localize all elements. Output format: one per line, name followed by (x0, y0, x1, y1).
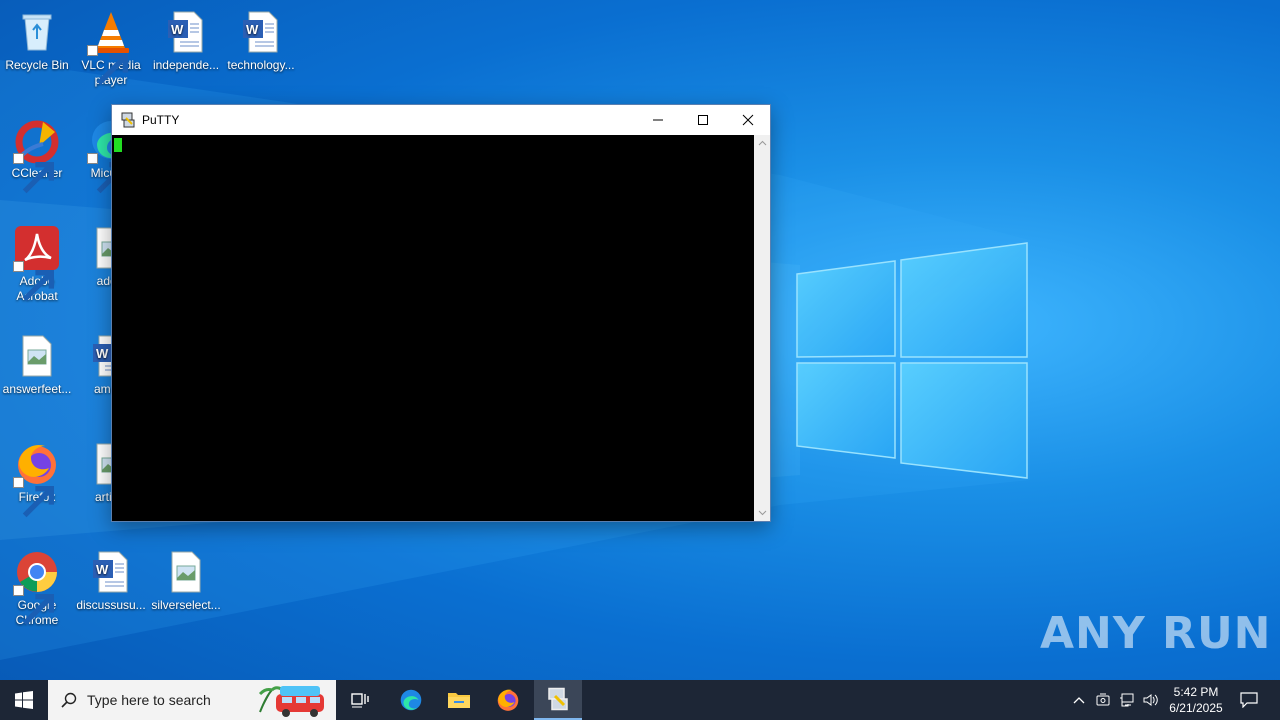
taskbar-search-box[interactable]: Type here to search (48, 680, 336, 720)
search-highlight-icon (258, 686, 324, 717)
desktop-icon-recycle-bin[interactable]: Recycle Bin (0, 8, 74, 73)
word-document-icon: W (87, 548, 135, 596)
notification-icon (1240, 692, 1258, 708)
edge-icon (400, 689, 422, 711)
shortcut-arrow-icon (13, 153, 54, 194)
terminal-area[interactable] (112, 135, 754, 521)
image-file-icon (162, 548, 210, 596)
desktop-icon-firefox[interactable]: Firefox (0, 440, 74, 518)
recycle-bin-icon (13, 8, 61, 56)
taskbar-putty[interactable] (534, 680, 582, 720)
network-icon (1120, 693, 1134, 707)
word-document-icon: W (237, 8, 285, 56)
shortcut-arrow-icon (87, 153, 128, 194)
taskbar-clock[interactable]: 5:42 PM 6/21/2025 (1162, 684, 1230, 716)
start-button[interactable] (0, 680, 48, 720)
minimize-button[interactable] (635, 105, 681, 135)
clock-time: 5:42 PM (1173, 685, 1219, 699)
desktop-icon-ccleaner[interactable]: CCleaner (0, 116, 74, 194)
search-icon (61, 692, 77, 708)
desktop-icon-vlc[interactable]: VLC media player (74, 8, 148, 88)
scroll-up-button[interactable] (754, 135, 770, 151)
desktop-icon-google-chrome[interactable]: Google Chrome (0, 548, 74, 628)
svg-text:W: W (96, 562, 109, 577)
word-document-icon: W (162, 8, 210, 56)
putty-titlebar[interactable]: PuTTY (112, 105, 770, 135)
shortcut-arrow-icon (13, 261, 54, 302)
desktop-icon-word-doc[interactable]: W technology... (224, 8, 298, 73)
svg-text:W: W (96, 346, 109, 361)
chrome-icon (13, 548, 61, 626)
shortcut-arrow-icon (13, 585, 54, 626)
taskbar-file-explorer[interactable] (435, 680, 483, 720)
chevron-down-icon (758, 510, 766, 516)
windows-start-icon (15, 691, 33, 709)
tray-meet-now[interactable] (1092, 680, 1114, 720)
putty-window[interactable]: PuTTY (111, 104, 771, 522)
vertical-scrollbar[interactable] (754, 135, 770, 521)
tray-device-icon (1096, 693, 1110, 706)
image-file-icon (13, 332, 61, 380)
taskbar: Type here to search 5:42 PM 6/21/2025 (0, 680, 1280, 720)
taskbar-firefox[interactable] (484, 680, 532, 720)
task-view-icon (351, 693, 369, 708)
minimize-icon (653, 119, 663, 121)
folder-icon (448, 693, 470, 708)
svg-text:W: W (171, 22, 184, 37)
desktop-icon-image-file[interactable]: silverselect... (149, 548, 223, 613)
putty-window-title: PuTTY (142, 113, 180, 127)
notification-center-button[interactable] (1232, 680, 1266, 720)
desktop-icon-adobe-acrobat[interactable]: Adobe Acrobat (0, 224, 74, 304)
shortcut-arrow-icon (87, 45, 128, 86)
maximize-icon (698, 115, 708, 125)
tray-volume[interactable] (1140, 680, 1162, 720)
show-hidden-icons-button[interactable] (1068, 680, 1090, 720)
taskbar-edge[interactable] (387, 680, 435, 720)
scroll-down-button[interactable] (754, 505, 770, 521)
volume-icon (1143, 694, 1158, 706)
close-button[interactable] (725, 105, 771, 135)
desktop-icon-image-file[interactable]: answerfeet... (0, 332, 74, 397)
chevron-up-icon (1073, 697, 1085, 704)
vlc-cone-icon (87, 8, 135, 86)
firefox-icon (13, 440, 61, 518)
search-placeholder: Type here to search (87, 692, 211, 708)
firefox-icon (497, 689, 519, 711)
chevron-up-icon (758, 140, 766, 146)
anyrun-watermark: ANY RUN (1040, 608, 1272, 659)
windows-logo (796, 242, 1028, 479)
task-view-button[interactable] (336, 680, 384, 720)
putty-app-icon (548, 687, 568, 711)
svg-text:W: W (246, 22, 259, 37)
ccleaner-icon (13, 116, 61, 194)
tray-network[interactable] (1116, 680, 1138, 720)
close-icon (742, 114, 754, 126)
desktop-icon-word-doc[interactable]: W independe... (149, 8, 223, 73)
desktop-icon-word-doc[interactable]: W discussusu... (74, 548, 148, 613)
shortcut-arrow-icon (13, 477, 54, 518)
terminal-cursor (114, 138, 122, 152)
clock-date: 6/21/2025 (1169, 701, 1223, 715)
adobe-acrobat-icon (13, 224, 61, 302)
maximize-button[interactable] (680, 105, 726, 135)
putty-app-icon[interactable] (120, 112, 136, 128)
